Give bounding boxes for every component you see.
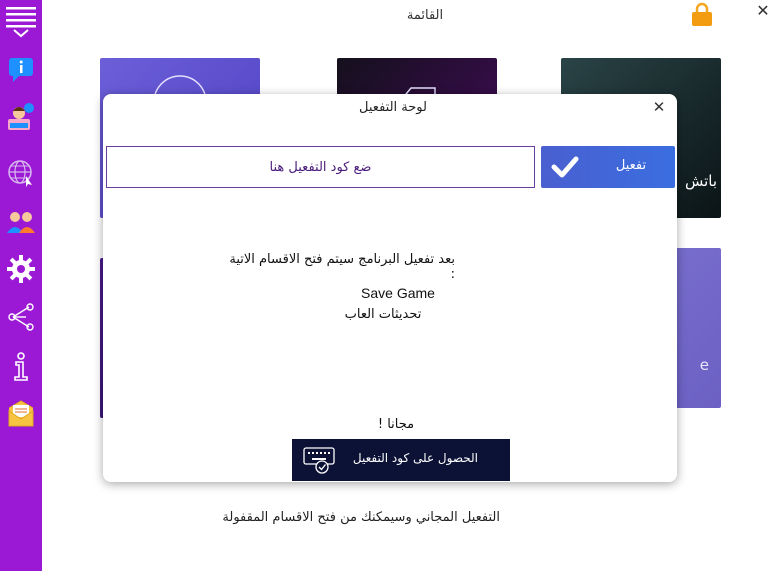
mail-icon[interactable] bbox=[4, 397, 38, 431]
section-item: تحديثات العاب bbox=[344, 307, 422, 322]
get-code-button-label: الحصول على كود التفعيل bbox=[352, 451, 478, 465]
get-activation-code-button[interactable]: الحصول على كود التفعيل bbox=[292, 439, 510, 481]
users-icon[interactable] bbox=[4, 204, 38, 238]
info-chat-icon[interactable] bbox=[4, 52, 38, 86]
activate-button-label: تفعيل bbox=[615, 158, 647, 173]
keyboard-check-icon bbox=[303, 447, 335, 474]
sidebar bbox=[0, 0, 42, 571]
lock-icon bbox=[690, 2, 714, 26]
tile-label: e bbox=[699, 356, 709, 374]
reporter-icon[interactable] bbox=[4, 100, 38, 134]
gear-icon[interactable] bbox=[4, 252, 38, 286]
dialog-close-icon[interactable]: ✕ bbox=[650, 98, 668, 116]
activation-code-input[interactable] bbox=[106, 146, 535, 188]
section-item: Save Game bbox=[361, 285, 435, 301]
checkmark-icon bbox=[551, 156, 579, 178]
tile-label: باتش bbox=[684, 172, 717, 190]
share-icon[interactable] bbox=[4, 300, 38, 334]
info-icon[interactable] bbox=[4, 349, 38, 383]
activate-button[interactable]: تفعيل bbox=[541, 146, 675, 188]
activation-dialog: لوحة التفعيل ✕ تفعيل بعد تفعيل البرنامج … bbox=[103, 94, 677, 482]
info-text: بعد تفعيل البرنامج سيتم فتح الاقسام الات… bbox=[229, 252, 455, 282]
page-title: القائمة bbox=[406, 8, 444, 23]
menu-collapse-icon[interactable] bbox=[4, 4, 38, 38]
close-window-icon[interactable]: ✕ bbox=[755, 3, 771, 19]
app-window: القائمة ✕ باتش e التفعيل المجاني وسيمكنك… bbox=[0, 0, 783, 571]
free-label: مجانا ! bbox=[377, 417, 415, 432]
bottom-info-text: التفعيل المجاني وسيمكنك من فتح الاقسام ا… bbox=[222, 510, 500, 525]
globe-icon[interactable] bbox=[4, 156, 38, 190]
dialog-title: لوحة التفعيل bbox=[359, 100, 427, 115]
